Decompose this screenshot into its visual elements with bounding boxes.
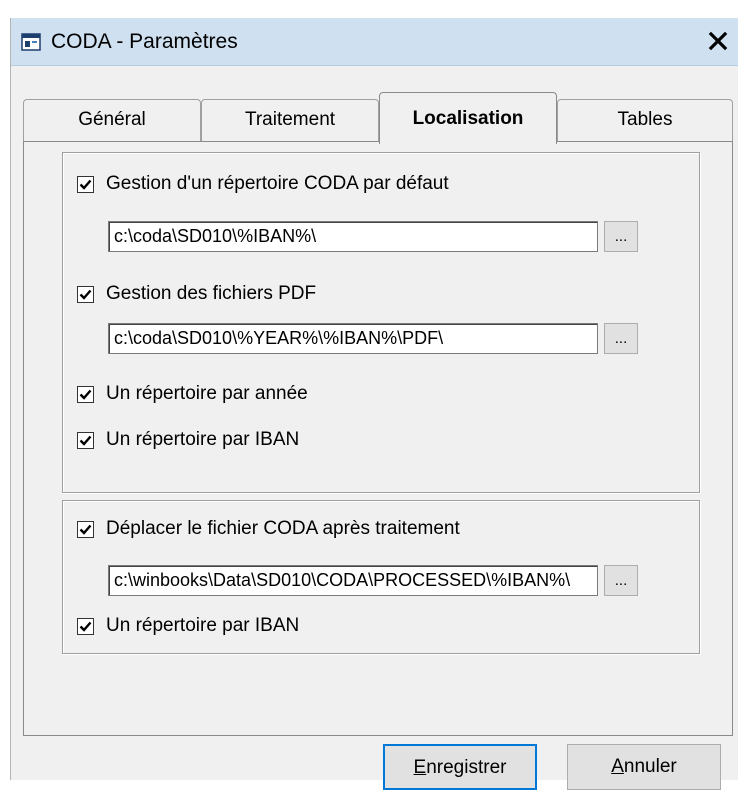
checkmark-icon: [79, 289, 92, 300]
move-after-checkbox-row[interactable]: Déplacer le fichier CODA après traitemen…: [77, 518, 460, 540]
processed-dir-per-iban-checkbox[interactable]: [77, 617, 94, 635]
pdf-files-checkbox-row[interactable]: Gestion des fichiers PDF: [77, 283, 316, 305]
tab-general[interactable]: Général: [23, 99, 201, 141]
tab-localisation[interactable]: Localisation: [379, 92, 557, 144]
save-button-label: nregistrer: [426, 757, 507, 778]
checkmark-icon: [79, 621, 92, 632]
save-button-accelerator: E: [413, 757, 427, 778]
close-icon[interactable]: [707, 30, 729, 52]
pdf-files-path-input[interactable]: [108, 323, 598, 354]
tab-traitement[interactable]: Traitement: [201, 99, 379, 141]
dir-per-year-label: Un répertoire par année: [106, 383, 308, 404]
processed-path-input[interactable]: [108, 565, 598, 596]
tab-localisation-label: Localisation: [412, 108, 524, 129]
app-window-icon: [21, 33, 41, 51]
tab-tables[interactable]: Tables: [557, 99, 733, 141]
dir-per-iban-checkbox-row[interactable]: Un répertoire par IBAN: [77, 429, 299, 451]
default-dir-label: Gestion d'un répertoire CODA par défaut: [106, 173, 449, 194]
checkmark-icon: [79, 389, 92, 400]
pdf-files-label: Gestion des fichiers PDF: [106, 283, 317, 304]
window-title: CODA - Paramètres: [51, 30, 238, 53]
cancel-button-label: nnuler: [623, 756, 677, 777]
dir-per-year-checkbox-row[interactable]: Un répertoire par année: [77, 383, 308, 405]
checkmark-icon: [79, 435, 92, 446]
coda-settings-dialog: CODA - Paramètres Général Traitement Loc…: [10, 18, 738, 790]
checkmark-icon: [79, 524, 92, 535]
move-after-checkbox[interactable]: [77, 520, 94, 538]
default-dir-checkbox-row[interactable]: Gestion d'un répertoire CODA par défaut: [77, 173, 449, 195]
tab-general-label: Général: [78, 109, 146, 130]
pdf-files-browse-button[interactable]: ...: [604, 323, 638, 354]
dir-per-year-checkbox[interactable]: [77, 385, 94, 403]
processed-dir-per-iban-label: Un répertoire par IBAN: [106, 615, 300, 636]
default-dir-path-input[interactable]: [108, 221, 598, 252]
default-dir-browse-button[interactable]: ...: [604, 221, 638, 252]
cancel-button[interactable]: Annuler: [567, 744, 721, 790]
default-dir-checkbox[interactable]: [77, 175, 94, 193]
title-bar[interactable]: CODA - Paramètres: [11, 18, 738, 66]
move-after-label: Déplacer le fichier CODA après traitemen…: [106, 518, 460, 539]
dir-per-iban-checkbox[interactable]: [77, 431, 94, 449]
tab-traitement-label: Traitement: [244, 109, 336, 130]
dir-per-iban-label: Un répertoire par IBAN: [106, 429, 300, 450]
pdf-files-checkbox[interactable]: [77, 285, 94, 303]
processed-dir-per-iban-checkbox-row[interactable]: Un répertoire par IBAN: [77, 615, 299, 637]
checkmark-icon: [79, 179, 92, 190]
processed-browse-button[interactable]: ...: [604, 565, 638, 596]
tab-tables-label: Tables: [617, 109, 673, 130]
cancel-button-accelerator: A: [611, 756, 624, 777]
save-button[interactable]: Enregistrer: [383, 744, 537, 790]
